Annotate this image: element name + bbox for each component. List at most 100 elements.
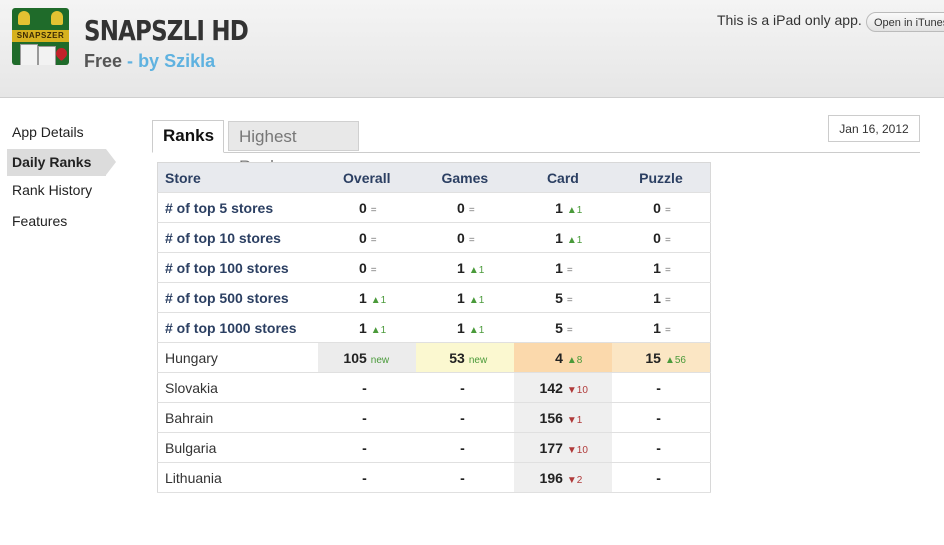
table-header-row: Store Overall Games Card Puzzle: [157, 162, 711, 193]
column-header-puzzle: Puzzle: [611, 162, 711, 193]
heart-icon: [53, 45, 69, 62]
rank-value: 0: [653, 199, 661, 216]
rank-cell: 1 ▲1: [317, 282, 416, 313]
rank-cell: 156 ▼1: [513, 402, 612, 433]
rank-cell: 105 new: [317, 342, 416, 373]
rank-change: =: [370, 234, 377, 246]
rank-value: -: [362, 469, 367, 486]
table-row: # of top 5 stores 0 = 0 = 1 ▲1 0 =: [157, 192, 711, 223]
rank-cell: 196 ▼2: [513, 462, 612, 493]
rank-change: =: [370, 204, 377, 216]
rank-value: 1: [555, 229, 563, 246]
column-header-games: Games: [415, 162, 514, 193]
rank-value: -: [460, 379, 465, 396]
sidebar-item-app-details[interactable]: App Details: [0, 118, 120, 149]
card-icon: [20, 44, 38, 65]
rank-value: 53: [449, 349, 465, 366]
rank-change: =: [566, 324, 573, 336]
author-link[interactable]: by Szikla: [138, 51, 215, 71]
rank-value: 1: [653, 319, 661, 336]
rank-value: -: [460, 409, 465, 426]
rank-value: 5: [555, 319, 563, 336]
row-label: Bahrain: [157, 402, 318, 433]
tab-highest-ranks[interactable]: Highest Ranks: [228, 121, 359, 176]
rank-change: ▼2: [566, 474, 583, 486]
rank-cell: -: [611, 402, 711, 433]
rank-value: 177: [539, 439, 563, 456]
date-picker[interactable]: Jan 16, 2012: [828, 115, 920, 142]
rank-change: ▲1: [468, 324, 485, 336]
ranks-table: Store Overall Games Card Puzzle # of top…: [157, 162, 711, 493]
rank-change: ▲8: [566, 354, 583, 366]
rank-cell: 4 ▲8: [513, 342, 612, 373]
row-label: Lithuania: [157, 462, 318, 493]
app-header: SNAPSZER SNAPSZLI HD Free - by Szikla Th…: [0, 0, 944, 98]
rank-cell: 1 ▲1: [415, 252, 514, 283]
column-header-overall: Overall: [317, 162, 416, 193]
sidebar-nav: App Details Daily Ranks Rank History Fea…: [0, 118, 120, 238]
rank-value: 1: [653, 259, 661, 276]
rank-value: 1: [457, 319, 465, 336]
rank-cell: -: [415, 372, 514, 403]
row-label[interactable]: # of top 10 stores: [157, 222, 318, 253]
rank-change: ▼1: [566, 414, 583, 426]
rank-change: =: [664, 264, 671, 276]
rank-cell: 142 ▼10: [513, 372, 612, 403]
row-label: Slovakia: [157, 372, 318, 403]
row-label[interactable]: # of top 100 stores: [157, 252, 318, 283]
table-row: Slovakia - - 142 ▼10 -: [157, 372, 711, 403]
table-row: # of top 1000 stores 1 ▲1 1 ▲1 5 = 1 =: [157, 312, 711, 343]
row-label[interactable]: # of top 500 stores: [157, 282, 318, 313]
app-subtitle: Free - by Szikla: [84, 51, 215, 72]
rank-change: ▲1: [566, 204, 583, 216]
rank-cell: -: [317, 372, 416, 403]
rank-value: 0: [358, 229, 367, 246]
rank-cell: 15 ▲56: [611, 342, 711, 373]
sidebar-item-features[interactable]: Features: [0, 207, 120, 238]
rank-change: ▲1: [468, 294, 485, 306]
column-header-store: Store: [157, 162, 318, 193]
rank-change: new: [370, 354, 390, 366]
rank-value: -: [362, 379, 367, 396]
rank-cell: 0 =: [611, 192, 711, 223]
rank-cell: -: [415, 432, 514, 463]
rank-value: 105: [343, 349, 367, 366]
rank-change: =: [664, 204, 671, 216]
sidebar-item-daily-ranks[interactable]: Daily Ranks: [7, 149, 116, 176]
rank-tabs: Ranks Highest Ranks: [152, 120, 920, 176]
rank-change: ▼10: [566, 444, 588, 456]
rank-change: new: [468, 354, 488, 366]
rank-change: =: [370, 264, 377, 276]
rank-value: -: [656, 409, 661, 426]
ipad-only-note: This is a iPad only app.: [717, 12, 862, 28]
rank-cell: 1 =: [611, 312, 711, 343]
rank-cell: 53 new: [415, 342, 514, 373]
price-label: Free: [84, 51, 123, 71]
rank-cell: 0 =: [317, 192, 416, 223]
rank-cell: -: [317, 462, 416, 493]
rank-value: 156: [539, 409, 563, 426]
rank-cell: 1 ▲1: [317, 312, 416, 343]
table-row: Lithuania - - 196 ▼2 -: [157, 462, 711, 493]
separator: -: [127, 51, 134, 71]
rank-cell: 1 =: [611, 282, 711, 313]
row-label[interactable]: # of top 1000 stores: [157, 312, 318, 343]
sidebar-item-rank-history[interactable]: Rank History: [0, 176, 120, 207]
rank-cell: 0 =: [611, 222, 711, 253]
crown-icon: [51, 11, 63, 25]
column-header-card: Card: [513, 162, 612, 193]
crown-icon: [18, 11, 30, 25]
rank-cell: -: [611, 462, 711, 493]
rank-cell: -: [317, 402, 416, 433]
rank-value: 142: [539, 379, 563, 396]
rank-change: =: [468, 234, 475, 246]
rank-cell: 1 =: [611, 252, 711, 283]
rank-value: 1: [555, 199, 563, 216]
rank-value: 1: [457, 289, 465, 306]
rank-cell: 1 ▲1: [513, 222, 612, 253]
rank-change: =: [664, 324, 671, 336]
card-icon: [38, 46, 56, 65]
row-label[interactable]: # of top 5 stores: [157, 192, 318, 223]
open-in-itunes-button[interactable]: Open in iTunes: [866, 12, 944, 32]
tab-ranks[interactable]: Ranks: [152, 120, 224, 153]
